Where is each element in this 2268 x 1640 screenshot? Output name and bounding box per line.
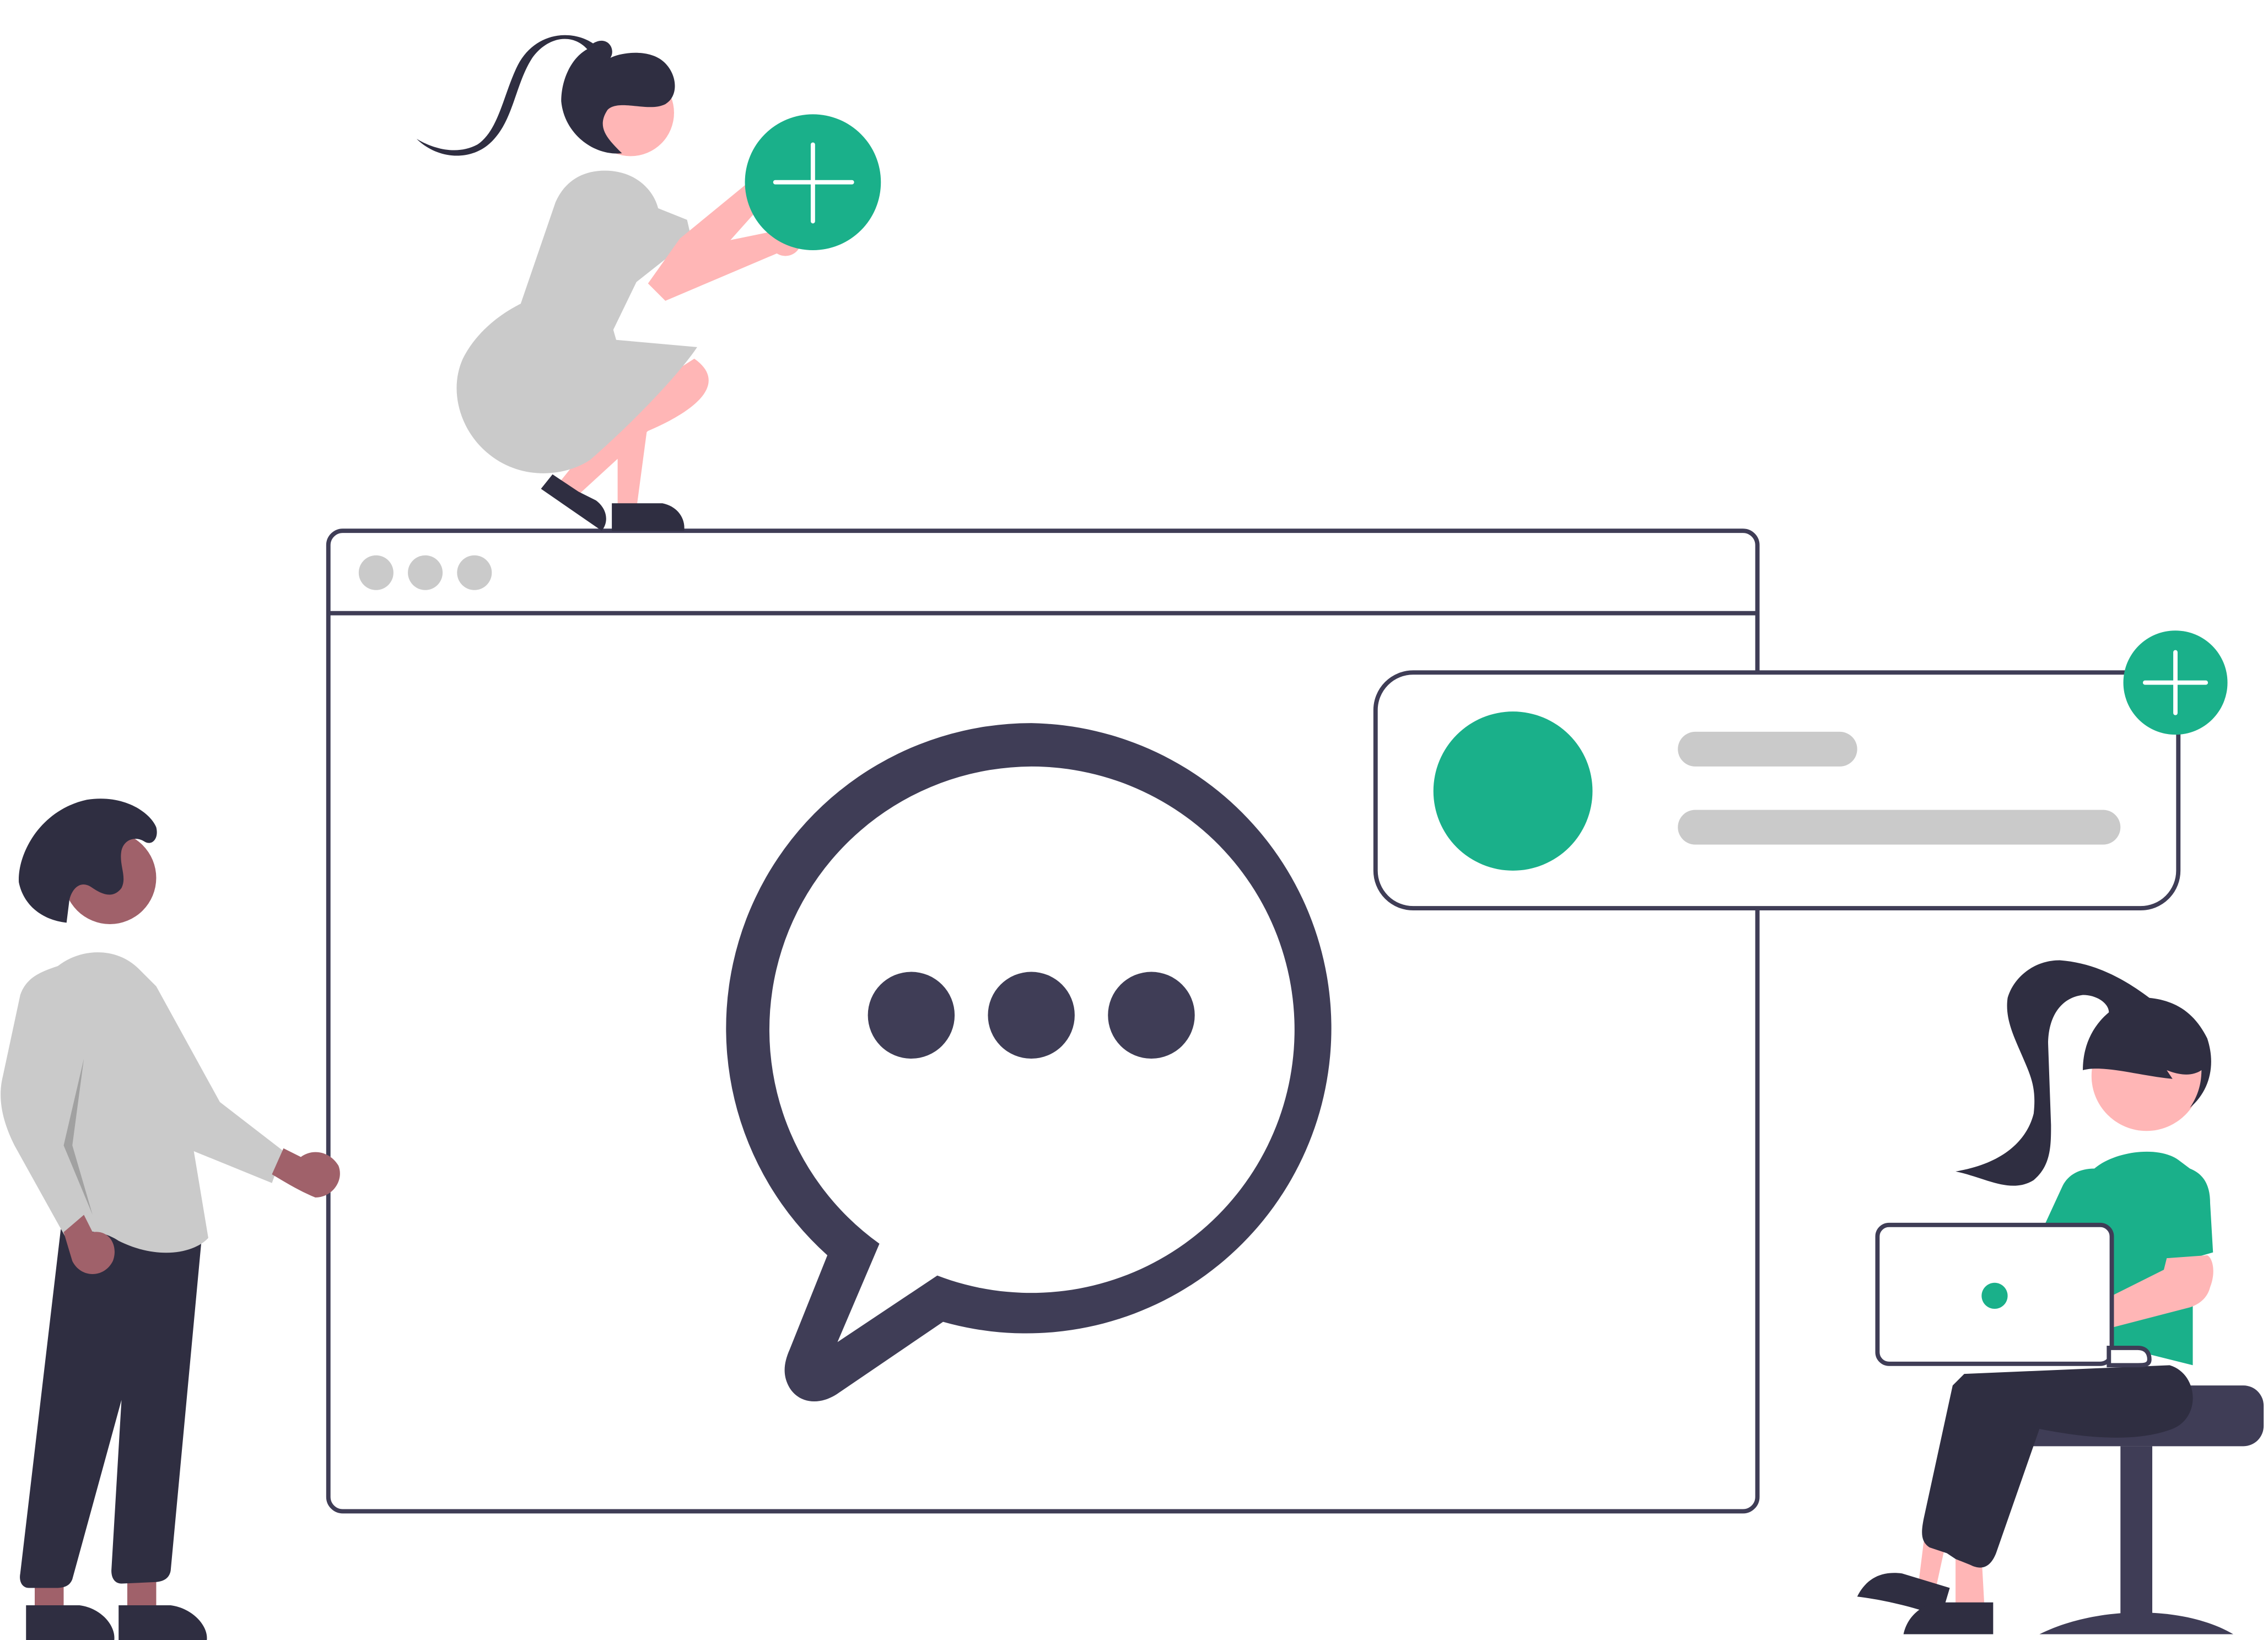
stool-leg <box>2120 1446 2153 1617</box>
laptop-hinge <box>2107 1345 2152 1368</box>
window-dot-2[interactable] <box>408 555 443 590</box>
typing-dot-1 <box>868 972 955 1059</box>
floating-plus-badge[interactable] <box>745 114 881 251</box>
window-dot-3[interactable] <box>457 555 492 590</box>
man-standing <box>1 799 340 1640</box>
camera-dot <box>1981 1282 2008 1309</box>
man-shirt <box>1 952 284 1253</box>
woman-on-window <box>416 35 881 531</box>
typing-dot-3 <box>1108 972 1195 1059</box>
card-plus-badge[interactable] <box>2123 630 2228 735</box>
illustration-canvas <box>1 35 2264 1640</box>
laptop[interactable] <box>1875 1222 2152 1368</box>
man-shoe-right <box>118 1605 207 1640</box>
avatar-circle <box>1433 711 1593 871</box>
man-pants <box>20 1229 203 1588</box>
notification-card[interactable] <box>1373 630 2228 911</box>
stool-base <box>2039 1612 2233 1634</box>
typing-dot-2 <box>988 972 1075 1059</box>
window-dot-1[interactable] <box>358 555 394 590</box>
woman-top-shoe-back <box>612 503 685 531</box>
man-shoe-left <box>26 1605 115 1640</box>
woman-with-laptop <box>1857 960 2264 1634</box>
woman-top-dress <box>456 170 697 473</box>
